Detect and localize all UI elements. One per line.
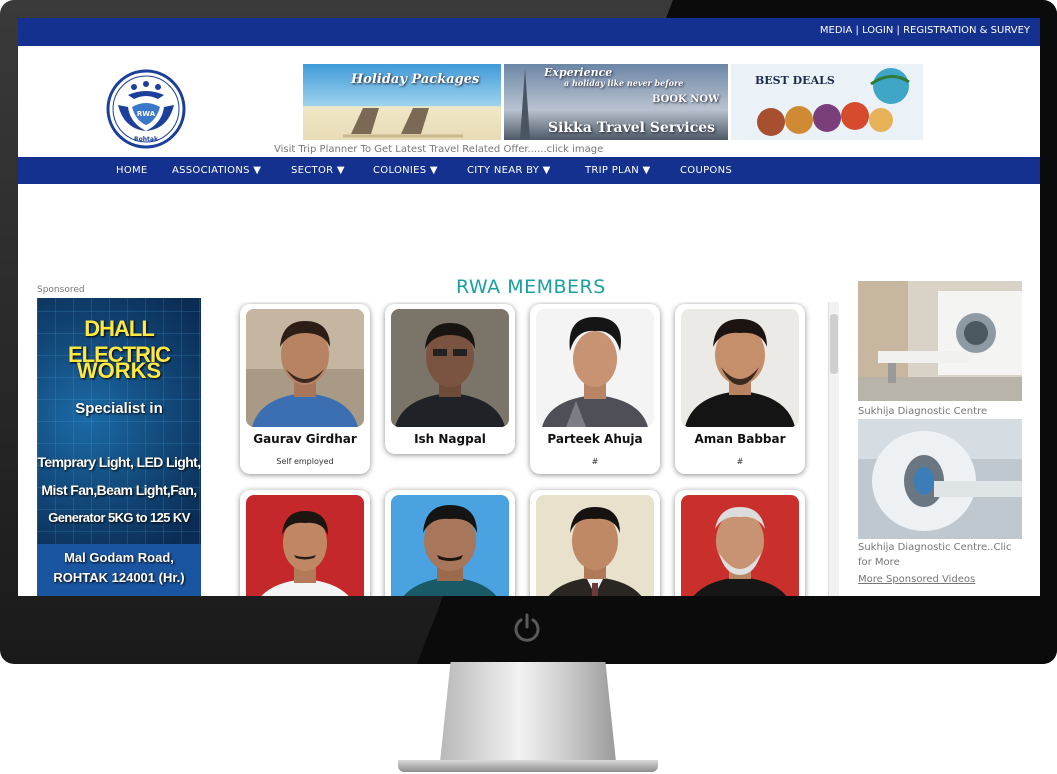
- power-icon[interactable]: [511, 612, 543, 644]
- deals-collage-icon: [757, 68, 910, 136]
- member-photo: [391, 309, 509, 427]
- nav-trip-plan[interactable]: TRIP PLAN ▼: [585, 165, 651, 176]
- member-name: Parteek Ahuja: [547, 432, 643, 446]
- login-link[interactable]: LOGIN: [862, 25, 893, 36]
- member-card[interactable]: Gaurav Girdhar Self employed: [240, 304, 370, 474]
- banner-title: Holiday Packages: [351, 72, 480, 87]
- nav-coupons[interactable]: COUPONS: [680, 165, 732, 176]
- member-card[interactable]: [385, 490, 515, 596]
- member-card[interactable]: Ish Nagpal: [385, 304, 515, 454]
- separator: |: [893, 25, 904, 36]
- trip-planner-text[interactable]: Visit Trip Planner To Get Latest Travel …: [274, 144, 603, 155]
- monitor-stand: [440, 662, 616, 762]
- separator: |: [852, 25, 863, 36]
- member-photo: [536, 495, 654, 596]
- sikka-label: Sikka Travel Services: [548, 120, 716, 136]
- member-photo: [246, 495, 364, 596]
- book-now-label: BOOK NOW: [652, 94, 720, 105]
- nav-colonies[interactable]: COLONIES ▼: [373, 165, 438, 176]
- member-occupation: #: [736, 457, 744, 466]
- member-photo: [681, 309, 799, 427]
- top-bar: MEDIA | LOGIN | REGISTRATION & SURVEY: [18, 18, 1040, 46]
- nav-city-near-by[interactable]: CITY NEAR BY ▼: [467, 165, 551, 176]
- ad-address-panel: Mal Godam Road, ROHTAK 124001 (Hr.): [37, 544, 201, 596]
- ad-line: Temprary Light, LED Light,: [37, 454, 201, 470]
- member-name: Gaurav Girdhar: [253, 432, 357, 446]
- member-name: Aman Babbar: [694, 432, 786, 446]
- ad-line: WORKS: [76, 358, 162, 383]
- member-photo: [681, 495, 799, 596]
- media-link[interactable]: MEDIA: [820, 25, 852, 36]
- ct-scanner-ad-image[interactable]: [858, 419, 1022, 539]
- rwa-logo[interactable]: RWA Rohtak: [106, 69, 186, 149]
- right-ad-caption[interactable]: Sukhija Diagnostic Centre: [858, 404, 1028, 419]
- ad-line: Specialist in: [75, 400, 163, 417]
- ad-line: Generator 5KG to 125 KV: [48, 510, 190, 525]
- top-links: MEDIA | LOGIN | REGISTRATION & SURVEY: [820, 25, 1030, 36]
- section-title: RWA MEMBERS: [456, 276, 606, 298]
- registration-survey-link[interactable]: REGISTRATION & SURVEY: [903, 25, 1030, 36]
- beach-chairs-icon: [343, 108, 463, 138]
- member-card[interactable]: Aman Babbar #: [675, 304, 805, 474]
- banner-experience-sub: a holiday like never before: [564, 78, 684, 88]
- ad-line: Mist Fan,Beam Light,Fan,: [41, 482, 197, 498]
- main-nav: HOME ASSOCIATIONS ▼ SECTOR ▼ COLONIES ▼ …: [18, 157, 1040, 184]
- member-card[interactable]: [530, 490, 660, 596]
- member-photo: [536, 309, 654, 427]
- monitor-stand-base: [398, 760, 658, 772]
- monitor-frame: MEDIA | LOGIN | REGISTRATION & SURVEY RW…: [0, 0, 1057, 664]
- member-card[interactable]: [240, 490, 370, 596]
- member-card[interactable]: Parteek Ahuja #: [530, 304, 660, 474]
- right-ad-caption[interactable]: Sukhija Diagnostic Centre..Clic for More: [858, 540, 1028, 570]
- member-name: Ish Nagpal: [414, 432, 486, 446]
- ad-line: ROHTAK 124001 (Hr.): [53, 570, 185, 585]
- ad-line: Mal Godam Road,: [64, 550, 174, 565]
- mri-ad-image[interactable]: [858, 281, 1022, 401]
- logo-text: RWA: [137, 110, 156, 118]
- members-scrollbar[interactable]: [828, 302, 839, 596]
- sponsored-label: Sponsored: [37, 285, 85, 295]
- more-sponsored-videos-link[interactable]: More Sponsored Videos: [858, 574, 975, 585]
- nav-home[interactable]: HOME: [116, 165, 148, 176]
- best-deals-banner[interactable]: BEST DEALS: [731, 64, 923, 140]
- member-photo: [391, 495, 509, 596]
- nav-associations[interactable]: ASSOCIATIONS ▼: [172, 165, 261, 176]
- member-photo: [246, 309, 364, 427]
- dhall-electric-ad[interactable]: DHALL ELECTRIC WORKS Specialist in Tempr…: [37, 298, 201, 596]
- tower-icon: [520, 68, 530, 140]
- member-occupation: #: [591, 457, 599, 466]
- members-grid[interactable]: Gaurav Girdhar Self employed Ish Nagpal …: [228, 302, 838, 596]
- scrollbar-thumb[interactable]: [830, 314, 838, 374]
- member-card[interactable]: [675, 490, 805, 596]
- holiday-packages-banner[interactable]: Holiday Packages: [303, 64, 501, 140]
- member-occupation: Self employed: [276, 457, 334, 466]
- logo-city: Rohtak: [134, 136, 159, 143]
- nav-sector[interactable]: SECTOR ▼: [291, 165, 345, 176]
- browser-screen: MEDIA | LOGIN | REGISTRATION & SURVEY RW…: [18, 18, 1040, 596]
- sikka-travel-banner[interactable]: Experience a holiday like never before B…: [504, 64, 728, 140]
